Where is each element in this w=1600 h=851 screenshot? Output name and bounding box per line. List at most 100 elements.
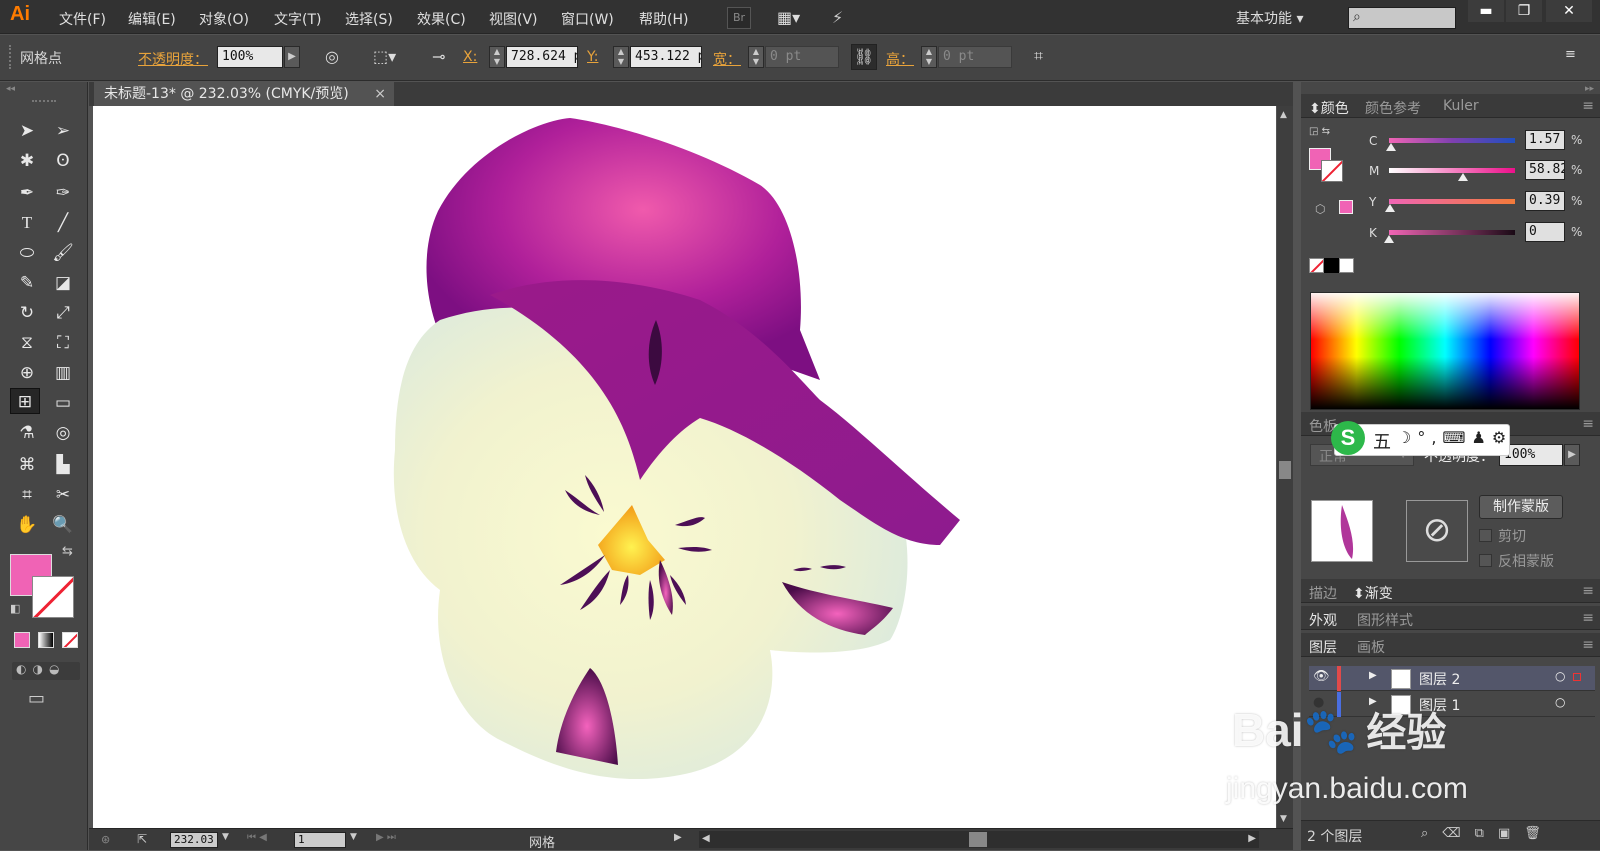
scroll-left-icon[interactable]: ◀ [702, 833, 710, 844]
bridge-button[interactable]: Br [727, 7, 751, 29]
k-slider-thumb[interactable] [1384, 235, 1394, 243]
black-swatch[interactable] [1324, 258, 1339, 273]
y-stepper[interactable]: ▲ ▼ [613, 46, 629, 68]
color-stroke-swatch[interactable] [1321, 160, 1343, 182]
slice-tool-icon[interactable]: ✂ [48, 482, 78, 508]
y-field[interactable]: 453.122 p [630, 46, 702, 68]
target-icon[interactable]: ○ [1555, 669, 1565, 683]
gradient-tool-icon[interactable]: ▭ [48, 390, 78, 416]
ime-toolbar[interactable]: S 五 ☽°,⌨♟⚙ [1331, 421, 1512, 456]
default-fill-stroke-icon[interactable]: ◲ ⇆ [1309, 126, 1330, 137]
swap-fill-stroke-icon[interactable]: ⇆ [62, 544, 73, 559]
tab-layers[interactable]: 图层 [1309, 637, 1337, 657]
drawing-modes-icon[interactable]: ◐◑◒ [12, 662, 80, 680]
layers-menu-icon[interactable]: ≡ [1582, 637, 1594, 653]
default-colors-icon[interactable]: ◧ [10, 602, 20, 615]
status-menu-icon[interactable]: ▶ [674, 832, 682, 843]
status-options-icon[interactable]: ⊛ [101, 833, 110, 846]
opacity-label[interactable]: 不透明度： [138, 49, 208, 69]
scroll-down-icon[interactable]: ▼ [1280, 814, 1287, 824]
x-field[interactable]: 728.624 p [506, 46, 578, 68]
tab-color[interactable]: ⬍颜色 [1309, 98, 1349, 118]
scroll-right-icon[interactable]: ▶ [1248, 833, 1256, 844]
c-slider-thumb[interactable] [1386, 143, 1396, 151]
curvature-tool-icon[interactable]: ✑ [48, 180, 78, 206]
reference-point-icon[interactable]: ⊸ [432, 47, 445, 66]
document-tab[interactable]: 未标题-13* @ 232.03% (CMYK/预览) × [94, 82, 394, 106]
horizontal-scrollbar[interactable]: ◀ ▶ [699, 831, 1259, 848]
clip-checkbox[interactable]: 剪切 [1479, 526, 1526, 546]
zoom-dropdown-icon[interactable]: ▼ [222, 832, 229, 842]
vertical-scroll-thumb[interactable] [1279, 461, 1291, 479]
artboard-dropdown-icon[interactable]: ▼ [350, 832, 357, 842]
menu-window[interactable]: 窗口(W) [561, 9, 614, 29]
make-mask-button[interactable]: 制作蒙版 [1479, 495, 1563, 519]
white-swatch[interactable] [1339, 258, 1354, 273]
tab-graphic-styles[interactable]: 图形样式 [1357, 610, 1413, 630]
y-slider-thumb[interactable] [1385, 204, 1395, 212]
ellipse-tool-icon[interactable]: ⬭ [12, 240, 42, 266]
column-graph-tool-icon[interactable]: ▙ [48, 452, 78, 478]
pencil-tool-icon[interactable]: ✎ [12, 270, 42, 296]
shape-builder-tool-icon[interactable]: ⊕ [12, 360, 42, 386]
y-slider[interactable] [1389, 199, 1515, 204]
width-tool-icon[interactable]: ⧖ [12, 330, 42, 356]
gradient-mode-icon[interactable] [38, 632, 54, 648]
tab-color-guide[interactable]: 颜色参考 [1365, 98, 1421, 118]
stroke-swatch[interactable] [32, 576, 74, 618]
sync-icon[interactable]: ⚡ [832, 8, 843, 27]
mesh-tool-icon[interactable]: ⊞ [10, 388, 40, 414]
zoom-field[interactable]: 232.03 [170, 832, 218, 848]
target-icon[interactable]: ○ [1555, 695, 1565, 709]
transparency-opacity-dropdown[interactable]: ▶ [1564, 444, 1580, 466]
tab-appearance[interactable]: 外观 [1309, 610, 1337, 630]
screen-mode-icon[interactable]: ▭ [28, 688, 45, 709]
hand-tool-icon[interactable]: ✋ [12, 512, 42, 538]
height-field[interactable]: 0 pt [938, 46, 1012, 68]
zoom-tool-icon[interactable]: 🔍 [48, 512, 78, 538]
ime-mode-label[interactable]: 五 [1373, 428, 1391, 454]
artboard-tool-icon[interactable]: ⌗ [12, 482, 42, 508]
arrange-documents-icon[interactable]: ▦▾ [777, 8, 800, 27]
recolor-icon[interactable]: ◎ [325, 47, 339, 66]
object-thumbnail[interactable] [1311, 500, 1373, 562]
panel-menu-icon[interactable]: ≡ [1565, 47, 1576, 62]
expand-layer-icon[interactable]: ▶ [1369, 670, 1377, 681]
stroke-panel-menu-icon[interactable]: ≡ [1582, 583, 1594, 599]
menu-select[interactable]: 选择(S) [345, 9, 393, 29]
first-artboard-icon[interactable]: ⏮ ◀ [247, 832, 267, 843]
horizontal-scroll-thumb[interactable] [969, 832, 987, 847]
tab-stroke[interactable]: 描边 [1309, 583, 1337, 603]
menu-edit[interactable]: 编辑(E) [128, 9, 176, 29]
none-swatch[interactable] [1309, 258, 1324, 273]
tab-gradient[interactable]: ⬍渐变 [1353, 583, 1393, 603]
appearance-menu-icon[interactable]: ≡ [1582, 610, 1594, 626]
m-slider-thumb[interactable] [1458, 173, 1468, 181]
layer-row[interactable]: 👁 ▶ 图层 2 ○ [1309, 666, 1595, 691]
m-value[interactable]: 58.82 [1525, 160, 1565, 180]
scroll-up-icon[interactable]: ▲ [1280, 110, 1287, 120]
lasso-tool-icon[interactable]: ʘ [48, 148, 78, 174]
transparency-menu-icon[interactable]: ≡ [1582, 416, 1594, 432]
type-tool-icon[interactable]: T [12, 210, 42, 236]
search-input[interactable]: ⌕ [1348, 7, 1456, 29]
minimize-button[interactable]: ▬ [1468, 0, 1504, 22]
magic-wand-tool-icon[interactable]: ✱ [12, 148, 42, 174]
pen-tool-icon[interactable]: ✒ [12, 180, 42, 206]
y-channel-value[interactable]: 0.39 [1525, 191, 1565, 211]
none-mode-icon[interactable] [62, 632, 78, 648]
direct-selection-tool-icon[interactable]: ➢ [48, 118, 78, 144]
share-icon[interactable]: ⇱ [137, 832, 147, 846]
opacity-dropdown[interactable]: ▶ [284, 46, 300, 68]
color-panel-menu-icon[interactable]: ≡ [1582, 98, 1594, 114]
link-icon[interactable]: ⛓ [851, 44, 877, 70]
no-mask-icon[interactable]: ⊘ [1406, 500, 1468, 562]
tab-artboards[interactable]: 画板 [1357, 637, 1385, 657]
align-select-icon[interactable]: ⬚▾ [373, 47, 396, 66]
selection-indicator[interactable] [1573, 673, 1581, 681]
ime-controls-icon[interactable]: ☽°,⌨♟⚙ [1397, 428, 1512, 447]
opacity-field[interactable]: 100% [217, 46, 283, 68]
collapse-icon[interactable]: ◂◂ [6, 84, 15, 94]
transform-icon[interactable]: ⌗ [1034, 46, 1043, 66]
menu-file[interactable]: 文件(F) [59, 9, 106, 29]
